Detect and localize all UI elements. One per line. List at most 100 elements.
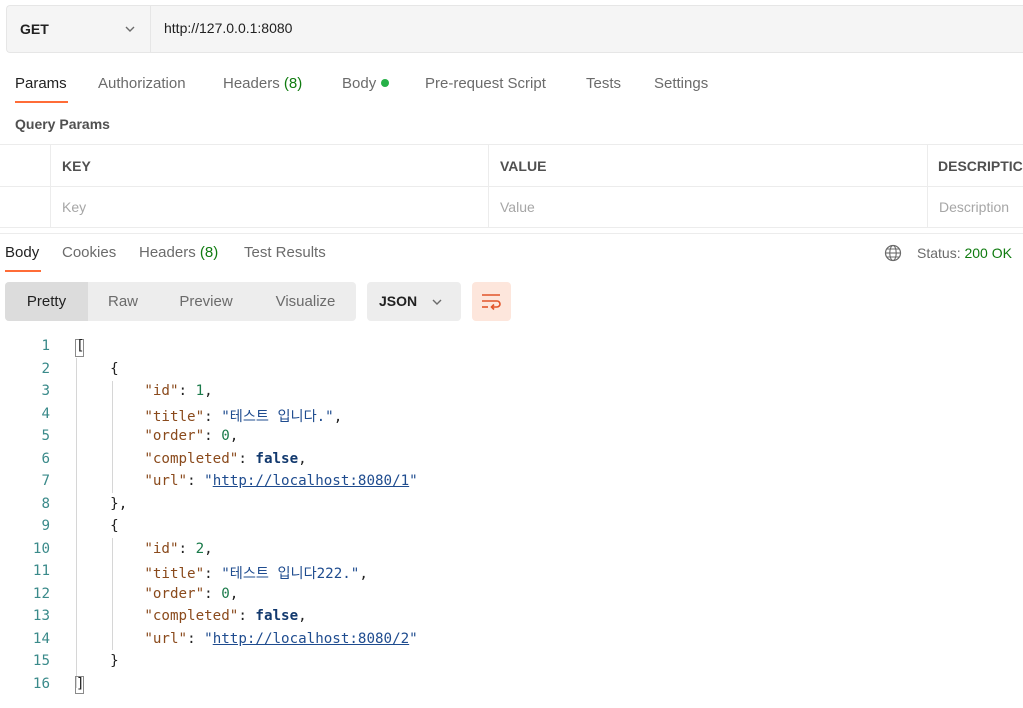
code-text: "order": 0, <box>144 428 239 444</box>
line-number: 7 <box>41 473 50 489</box>
json-key: "order" <box>144 428 205 444</box>
view-visualize-button[interactable]: Visualize <box>261 282 350 321</box>
code-line: 8 }, <box>0 494 1023 516</box>
line-number: 4 <box>41 405 50 422</box>
code-text: " <box>409 473 418 489</box>
code-text: "order": 0, <box>144 585 239 602</box>
line-number: 3 <box>41 383 50 399</box>
query-params-title: Query Params <box>15 116 110 132</box>
response-tab-headers[interactable]: Headers (8) <box>139 244 218 261</box>
view-preview-button[interactable]: Preview <box>165 282 247 321</box>
url-input[interactable]: http://127.0.0.1:8080 <box>164 20 292 36</box>
code-text: { <box>76 518 119 534</box>
json-value: 0 <box>221 585 230 602</box>
json-key: "title" <box>144 408 205 425</box>
tab-body-label: Body <box>342 75 377 92</box>
response-headers-count: (8) <box>199 244 219 261</box>
format-label: JSON <box>379 293 418 309</box>
chevron-down-icon <box>125 26 135 32</box>
response-tab-cookies[interactable]: Cookies <box>62 244 116 261</box>
json-link[interactable]: http://localhost:8080/1 <box>213 473 409 489</box>
col-key: KEY <box>62 158 91 174</box>
code-text: "url": "http://localhost:8080/2" <box>144 630 418 647</box>
code-line: 13 "completed": false, <box>0 606 1023 628</box>
response-divider[interactable] <box>0 233 1023 234</box>
json-key: "url" <box>144 473 188 489</box>
json-value: 1 <box>195 383 205 399</box>
key-input[interactable]: Key <box>62 199 86 215</box>
line-number: 13 <box>32 608 50 624</box>
status-label: Status: <box>917 245 961 261</box>
code-line: 2 { <box>0 359 1023 381</box>
view-raw-button[interactable]: Raw <box>95 282 151 321</box>
tab-headers[interactable]: Headers (8) <box>223 75 302 92</box>
code-text: ] <box>76 675 85 692</box>
code-line: 5 "order": 0, <box>0 426 1023 448</box>
globe-icon[interactable] <box>884 244 902 262</box>
code-text: "title": "테스트 입니다222.", <box>144 566 368 582</box>
code-line: 6 "completed": false, <box>0 449 1023 471</box>
view-pretty-button[interactable]: Pretty <box>5 282 88 321</box>
line-number: 14 <box>32 630 50 647</box>
code-line: 1[ <box>0 336 1023 358</box>
wrap-lines-icon <box>482 294 501 311</box>
response-active-underline <box>5 270 41 272</box>
query-params-table: KEY VALUE DESCRIPTIC Key Value Descripti… <box>0 144 1023 228</box>
json-key: "id" <box>144 383 179 399</box>
response-body-viewer[interactable]: 1[ 2 { 3 "id": 1, 4 "title": "테스트 입니다.",… <box>0 336 1023 708</box>
code-text: " <box>204 473 213 489</box>
column-divider <box>927 145 928 227</box>
tab-body[interactable]: Body <box>342 75 390 92</box>
response-status: Status: 200 OK <box>917 245 1012 261</box>
value-input[interactable]: Value <box>500 199 535 215</box>
response-tab-headers-label: Headers <box>139 244 196 261</box>
column-divider <box>50 145 51 227</box>
json-key: "url" <box>144 630 188 647</box>
code-text: "completed": false, <box>144 608 307 624</box>
tab-headers-label: Headers <box>223 75 280 92</box>
json-value: 0 <box>221 428 230 444</box>
response-tab-body[interactable]: Body <box>5 244 39 261</box>
code-text: "id": 2, <box>144 540 213 557</box>
code-text: " <box>409 630 418 647</box>
code-line: 14 "url": "http://localhost:8080/2" <box>0 629 1023 651</box>
format-select[interactable]: JSON <box>367 282 461 321</box>
tab-params[interactable]: Params <box>15 75 67 92</box>
line-number: 9 <box>41 518 50 534</box>
code-text: "completed": false, <box>144 450 307 467</box>
col-value: VALUE <box>500 158 547 174</box>
column-divider <box>488 145 489 227</box>
view-mode-group: Pretty Raw Preview Visualize <box>5 282 356 321</box>
code-text: "url": "http://localhost:8080/1" <box>144 473 418 489</box>
line-number: 8 <box>41 495 50 512</box>
json-value: "테스트 입니다." <box>221 408 334 425</box>
code-text: " <box>204 630 213 647</box>
tab-tests[interactable]: Tests <box>586 75 621 92</box>
code-text: "id": 1, <box>144 383 213 399</box>
code-line: 3 "id": 1, <box>0 381 1023 403</box>
tab-authorization[interactable]: Authorization <box>98 75 186 92</box>
tab-prerequest-script[interactable]: Pre-request Script <box>425 75 546 92</box>
description-input[interactable]: Description <box>939 199 1009 215</box>
response-tab-test-results[interactable]: Test Results <box>244 244 326 261</box>
table-row: Key Value Description <box>0 187 1023 227</box>
line-number: 10 <box>32 540 50 557</box>
json-key: "completed" <box>144 450 239 467</box>
line-number: 11 <box>32 563 50 579</box>
table-header-row: KEY VALUE DESCRIPTIC <box>0 145 1023 187</box>
code-line: 10 "id": 2, <box>0 539 1023 561</box>
code-line: 15 } <box>0 651 1023 673</box>
tab-settings[interactable]: Settings <box>654 75 708 92</box>
json-value: "테스트 입니다222." <box>221 566 360 582</box>
line-number: 5 <box>41 428 50 444</box>
json-link[interactable]: http://localhost:8080/2 <box>213 631 409 647</box>
code-text: "title": "테스트 입니다.", <box>144 408 343 425</box>
json-key: "title" <box>144 566 205 582</box>
code-text: }, <box>76 495 128 512</box>
headers-count: (8) <box>283 75 303 92</box>
method-select[interactable]: GET <box>7 6 151 52</box>
code-line: 7 "url": "http://localhost:8080/1" <box>0 471 1023 493</box>
wrap-lines-button[interactable] <box>472 282 511 321</box>
code-text: [ <box>76 338 85 354</box>
status-badge: 200 OK <box>964 245 1012 261</box>
